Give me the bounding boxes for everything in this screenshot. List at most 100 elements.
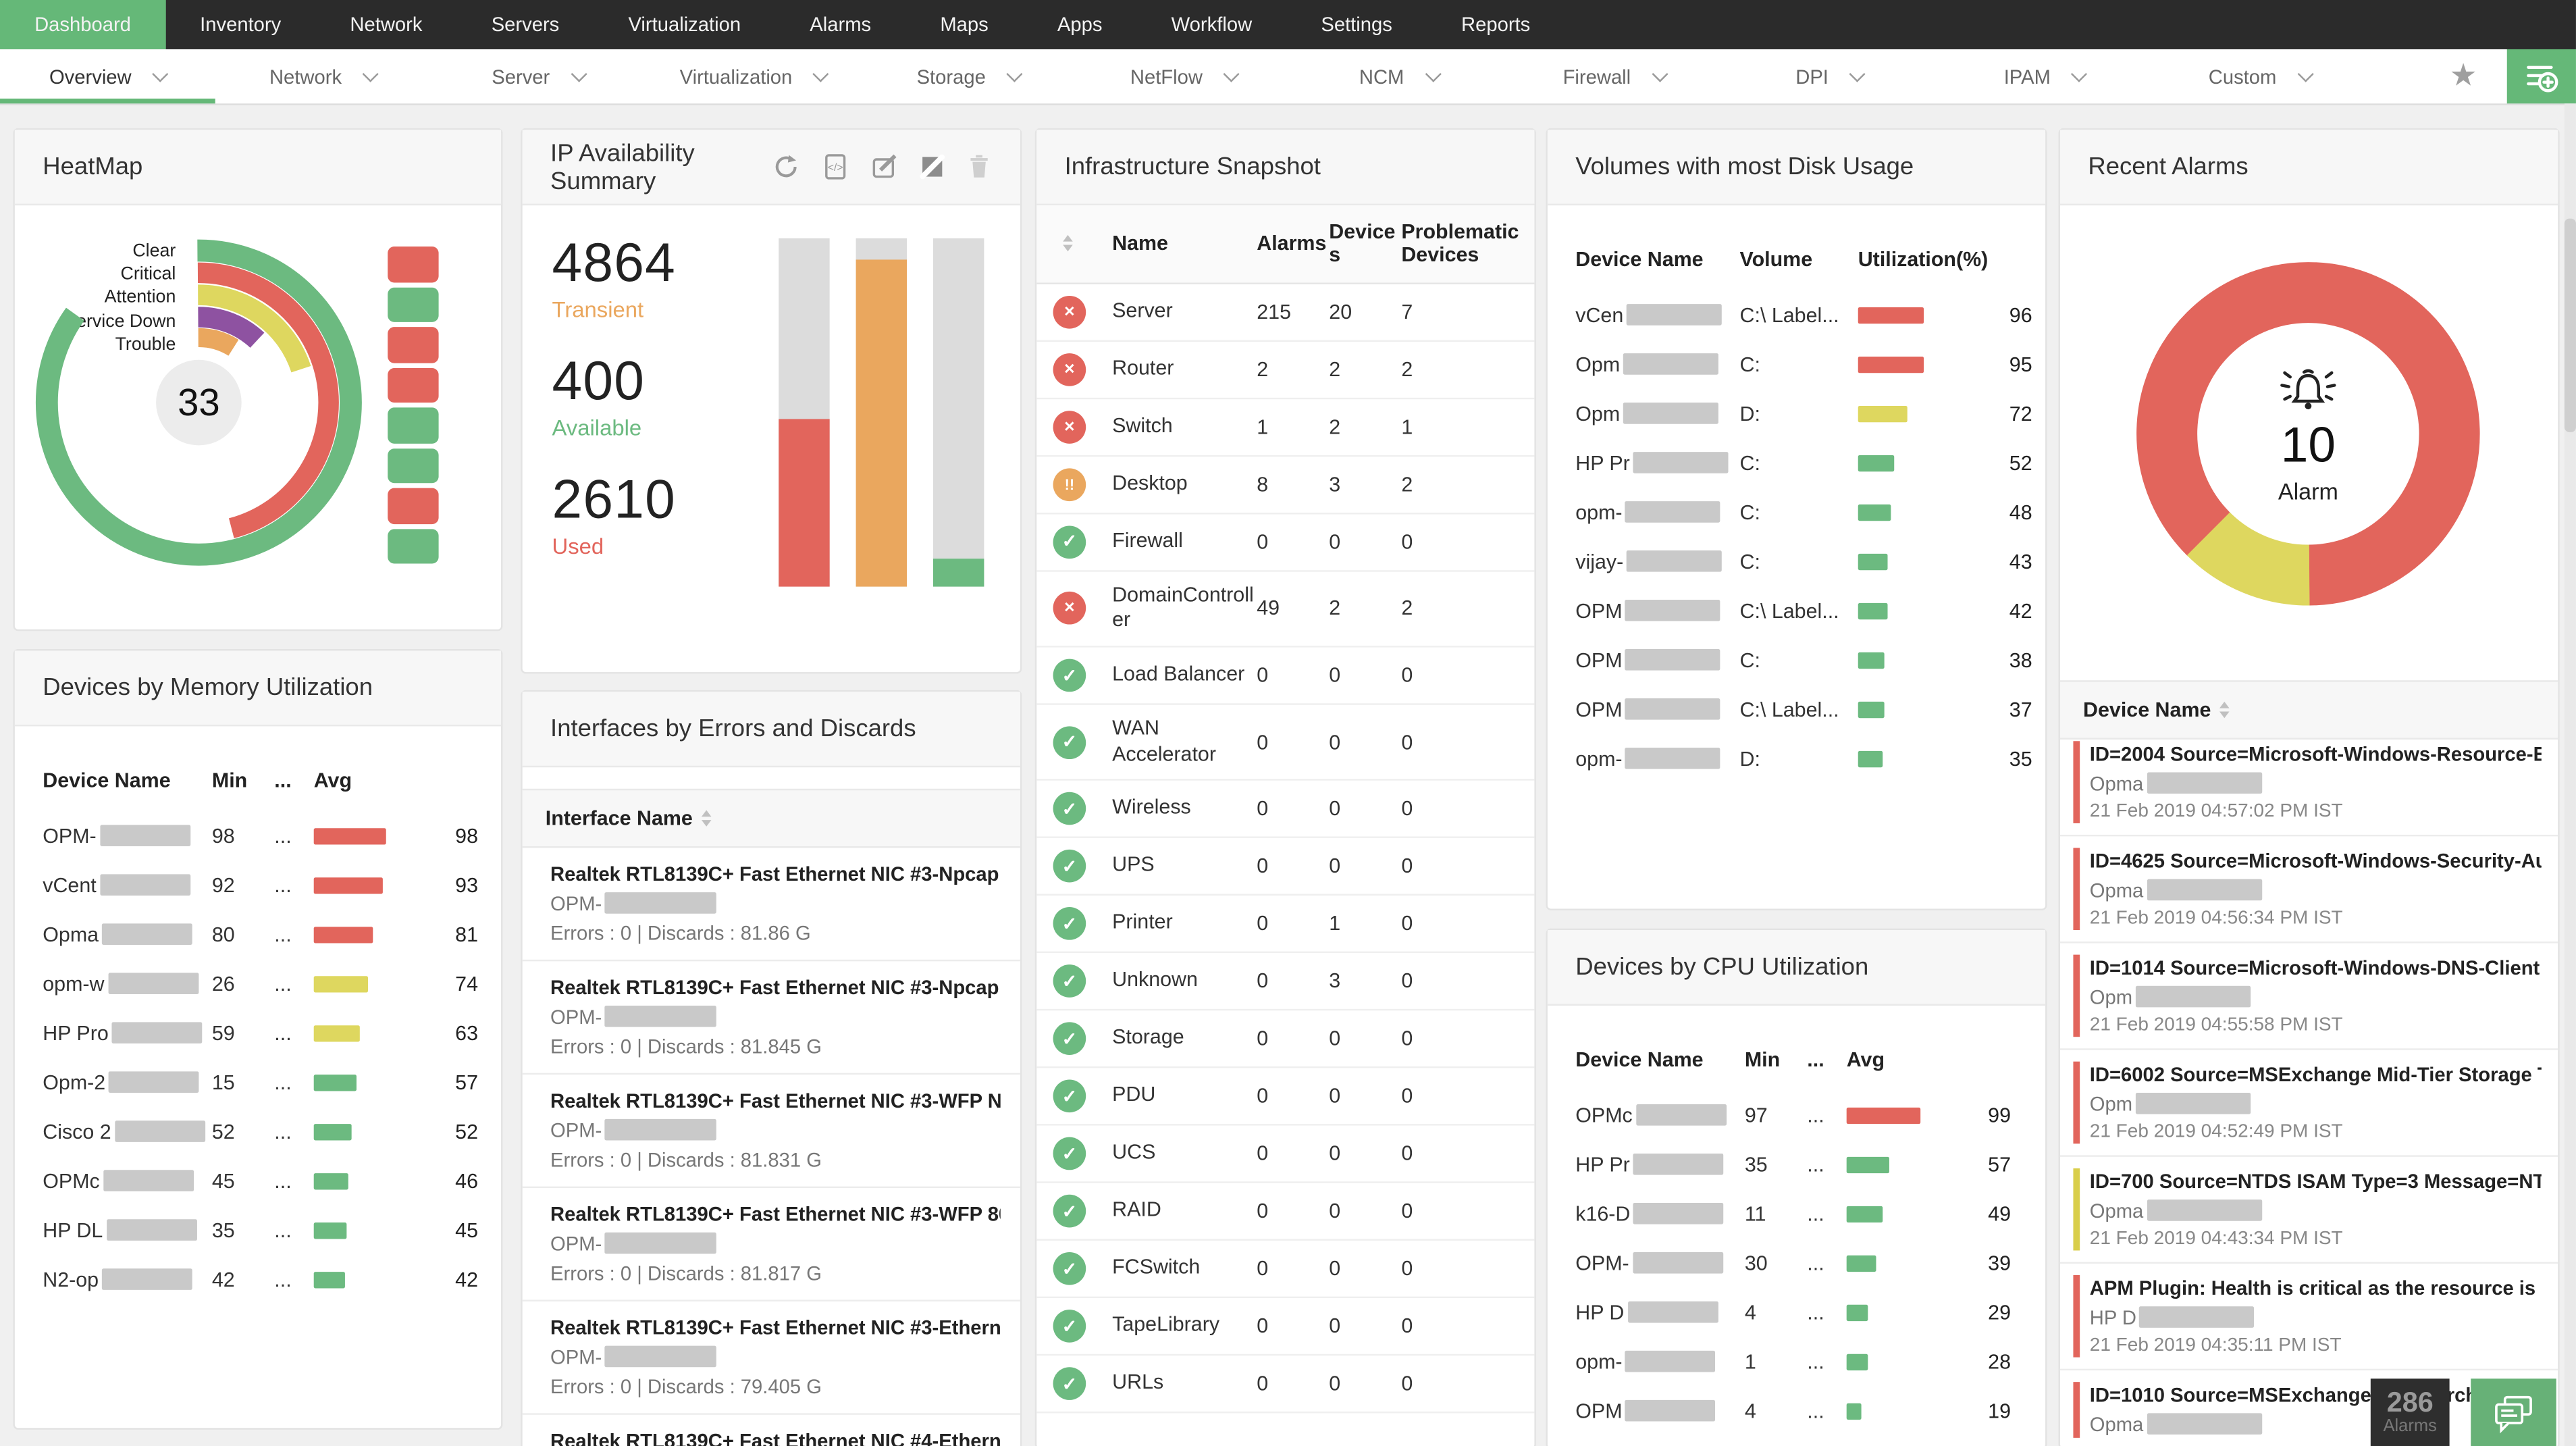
memory-row-1[interactable]: vCent 92... 93 xyxy=(15,861,501,910)
interface-item-3[interactable]: Realtek RTL8139C+ Fast Ethernet NIC #3-W… xyxy=(522,1188,1020,1301)
cpu-row-4[interactable]: HP D 4... 29 xyxy=(1548,1288,2045,1337)
volume-row-8[interactable]: OPM C:\ Label... 37 xyxy=(1548,686,2045,735)
chevron-down-icon[interactable] xyxy=(2071,66,2088,82)
nav-item-reports[interactable]: Reports xyxy=(1427,0,1565,49)
memory-row-7[interactable]: OPMc 45... 46 xyxy=(15,1157,501,1206)
table-row-router[interactable]: × Router 2 2 2 xyxy=(1036,341,1535,399)
nav-item-settings[interactable]: Settings xyxy=(1286,0,1427,49)
code-report-icon[interactable]: </> xyxy=(822,153,849,180)
tab-storage[interactable]: Storage xyxy=(861,49,1076,103)
volume-row-0[interactable]: vCen C:\ Label... 96 xyxy=(1548,291,2045,340)
heatmap-square-6[interactable] xyxy=(388,488,439,523)
memory-row-5[interactable]: Opm-2 15... 57 xyxy=(15,1058,501,1108)
table-row-printer[interactable]: ✓ Printer 0 1 0 xyxy=(1036,896,1535,954)
table-row-tapelibrary[interactable]: ✓ TapeLibrary 0 0 0 xyxy=(1036,1299,1535,1356)
tab-firewall[interactable]: Firewall xyxy=(1506,49,1722,103)
heatmap-square-2[interactable] xyxy=(388,327,439,363)
volume-row-2[interactable]: Opm D: 72 xyxy=(1548,390,2045,439)
interface-name-sort-header[interactable]: Interface Name xyxy=(522,788,1020,848)
table-row-wireless[interactable]: ✓ Wireless 0 0 0 xyxy=(1036,781,1535,839)
memory-row-9[interactable]: N2-op 42... 42 xyxy=(15,1256,501,1305)
chevron-down-icon[interactable] xyxy=(1223,66,1240,82)
interface-item-4[interactable]: Realtek RTL8139C+ Fast Ethernet NIC #3-E… xyxy=(522,1301,1020,1415)
edit-icon[interactable] xyxy=(870,153,898,180)
cpu-row-0[interactable]: OPMc 97... 99 xyxy=(1548,1091,2045,1141)
interface-item-5[interactable]: Realtek RTL8139C+ Fast Ethernet NIC #4-E… xyxy=(523,1415,1020,1446)
interface-item-0[interactable]: Realtek RTL8139C+ Fast Ethernet NIC #3-N… xyxy=(522,848,1020,962)
memory-row-3[interactable]: opm-w 26... 74 xyxy=(15,960,501,1009)
table-row-load-balancer[interactable]: ✓ Load Balancer 0 0 0 xyxy=(1036,648,1535,705)
tab-custom[interactable]: Custom xyxy=(2152,49,2367,103)
tab-ipam[interactable]: IPAM xyxy=(1937,49,2153,103)
nav-item-servers[interactable]: Servers xyxy=(457,0,594,49)
tab-dpi[interactable]: DPI xyxy=(1722,49,1937,103)
heatmap-square-3[interactable] xyxy=(388,367,439,403)
chevron-down-icon[interactable] xyxy=(1849,66,1866,82)
table-row-domaincontroller[interactable]: × DomainController 49 2 2 xyxy=(1036,571,1535,648)
alarm-item-1[interactable]: ID=4625 Source=Microsoft-Windows-Securit… xyxy=(2059,836,2558,944)
heatmap-square-0[interactable] xyxy=(388,246,439,282)
table-row-desktop[interactable]: !! Desktop 8 3 2 xyxy=(1036,457,1535,514)
cpu-row-2[interactable]: k16-D 11... 49 xyxy=(1548,1189,2045,1239)
chevron-down-icon[interactable] xyxy=(2296,66,2313,82)
alarm-item-4[interactable]: ID=700 Source=NTDS ISAM Type=3 Message=N… xyxy=(2059,1157,2558,1264)
page-scrollbar[interactable] xyxy=(2564,103,2576,1446)
expand-icon[interactable] xyxy=(920,154,945,180)
interface-item-2[interactable]: Realtek RTL8139C+ Fast Ethernet NIC #3-W… xyxy=(522,1075,1020,1189)
volume-row-1[interactable]: Opm C: 95 xyxy=(1548,340,2045,390)
nav-item-inventory[interactable]: Inventory xyxy=(165,0,315,49)
volume-row-9[interactable]: opm- D: 35 xyxy=(1548,735,2045,784)
chevron-down-icon[interactable] xyxy=(1006,66,1023,82)
table-row-urls[interactable]: ✓ URLs 0 0 0 xyxy=(1036,1356,1535,1414)
interface-item-1[interactable]: Realtek RTL8139C+ Fast Ethernet NIC #3-N… xyxy=(522,961,1020,1075)
tab-network[interactable]: Network xyxy=(215,49,431,103)
table-row-fcswitch[interactable]: ✓ FCSwitch 0 0 0 xyxy=(1036,1241,1535,1299)
cpu-row-5[interactable]: opm- 1... 28 xyxy=(1548,1337,2045,1387)
table-row-ups[interactable]: ✓ UPS 0 0 0 xyxy=(1036,838,1535,896)
table-row-unknown[interactable]: ✓ Unknown 0 3 0 xyxy=(1036,954,1535,1011)
chevron-down-icon[interactable] xyxy=(152,66,169,82)
alarm-item-5[interactable]: APM Plugin: Health is critical as the re… xyxy=(2059,1264,2558,1371)
memory-row-0[interactable]: OPM- 98... 98 xyxy=(15,812,501,861)
chevron-down-icon[interactable] xyxy=(1424,66,1441,82)
table-row-pdu[interactable]: ✓ PDU 0 0 0 xyxy=(1036,1068,1535,1127)
tab-virtualization[interactable]: Virtualization xyxy=(646,49,861,103)
cpu-row-6[interactable]: OPM 4... 19 xyxy=(1548,1387,2045,1436)
nav-item-network[interactable]: Network xyxy=(315,0,456,49)
memory-row-4[interactable]: HP Pro 59... 63 xyxy=(15,1009,501,1058)
heatmap-square-4[interactable] xyxy=(388,407,439,443)
table-row-raid[interactable]: ✓ RAID 0 0 0 xyxy=(1036,1183,1535,1241)
refresh-icon[interactable] xyxy=(772,153,800,180)
table-row-wan-accelerator[interactable]: ✓ WAN Accelerator 0 0 0 xyxy=(1036,705,1535,781)
memory-row-6[interactable]: Cisco 2 52... 52 xyxy=(15,1108,501,1157)
cpu-row-3[interactable]: OPM- 30... 39 xyxy=(1548,1239,2045,1288)
chevron-down-icon[interactable] xyxy=(362,66,379,82)
chevron-down-icon[interactable] xyxy=(570,66,587,82)
heatmap-square-5[interactable] xyxy=(388,447,439,484)
nav-item-virtualization[interactable]: Virtualization xyxy=(594,0,775,49)
nav-item-workflow[interactable]: Workflow xyxy=(1137,0,1287,49)
nav-item-apps[interactable]: Apps xyxy=(1023,0,1137,49)
tab-ncm[interactable]: NCM xyxy=(1291,49,1506,103)
volume-row-6[interactable]: OPM C:\ Label... 42 xyxy=(1548,587,2045,636)
chevron-down-icon[interactable] xyxy=(812,66,829,82)
alarm-item-3[interactable]: ID=6002 Source=MSExchange Mid-Tier Stora… xyxy=(2059,1050,2558,1157)
delete-icon[interactable] xyxy=(966,153,993,180)
infrastructure-table-header[interactable]: Name Alarms Devices Problematic Devices xyxy=(1036,205,1535,284)
cpu-row-1[interactable]: HP Pr 35... 57 xyxy=(1548,1141,2045,1190)
nav-item-dashboard[interactable]: Dashboard xyxy=(0,0,166,49)
chevron-down-icon[interactable] xyxy=(1651,66,1668,82)
volume-row-7[interactable]: OPM C: 38 xyxy=(1548,636,2045,686)
favorite-star-icon[interactable]: ★ xyxy=(2420,49,2507,103)
nav-item-alarms[interactable]: Alarms xyxy=(775,0,905,49)
alarm-count-badge[interactable]: 286 Alarms xyxy=(2370,1378,2450,1446)
table-row-storage[interactable]: ✓ Storage 0 0 0 xyxy=(1036,1011,1535,1069)
alarm-item-2[interactable]: ID=1014 Source=Microsoft-Windows-DNS-Cli… xyxy=(2059,944,2558,1050)
volume-row-5[interactable]: vijay- C: 43 xyxy=(1548,538,2045,587)
heatmap-square-7[interactable] xyxy=(388,528,439,564)
chat-button[interactable] xyxy=(2471,1378,2556,1446)
add-dashboard-button[interactable] xyxy=(2506,49,2576,104)
tab-server[interactable]: Server xyxy=(430,49,646,103)
tab-overview[interactable]: Overview xyxy=(0,49,215,104)
table-row-ucs[interactable]: ✓ UCS 0 0 0 xyxy=(1036,1126,1535,1184)
